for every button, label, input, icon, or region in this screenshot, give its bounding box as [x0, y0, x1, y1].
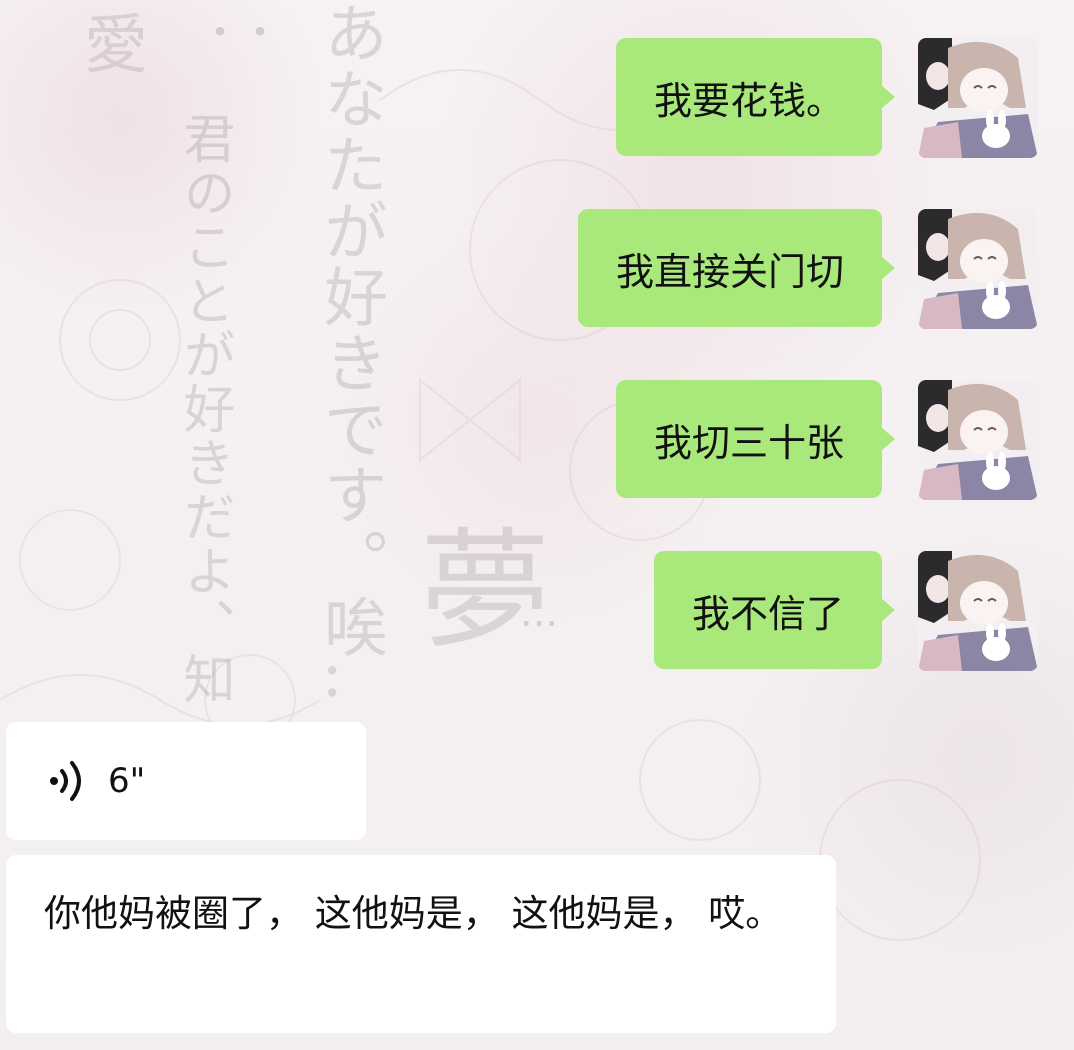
message-row-outgoing: 我不信了: [653, 551, 1038, 671]
outgoing-message-bubble[interactable]: 我切三十张: [615, 380, 896, 498]
bg-vertical-text-1: あなたが好きです。唉..: [313, 0, 387, 705]
avatar[interactable]: [918, 209, 1038, 329]
voice-transcription-bubble[interactable]: 你他妈被圈了， 这他妈是， 这他妈是， 哎。: [6, 855, 836, 1033]
outgoing-message-bubble[interactable]: 我直接关门切: [577, 209, 896, 327]
bg-yume-dots: ...: [520, 590, 559, 636]
avatar[interactable]: [918, 38, 1038, 158]
bg-kanji-yume: 夢: [420, 515, 551, 667]
avatar-illustration-icon: [918, 209, 1038, 329]
message-row-outgoing: 我直接关门切: [577, 209, 1038, 329]
message-row-outgoing: 我要花钱。: [615, 38, 1038, 158]
voice-wave-icon: [50, 761, 81, 801]
avatar-illustration-icon: [918, 380, 1038, 500]
bg-kanji-ai: 愛: [84, 9, 148, 83]
avatar-illustration-icon: [918, 38, 1038, 158]
avatar[interactable]: [918, 551, 1038, 671]
transcription-text: 你他妈被圈了， 这他妈是， 这他妈是， 哎。: [44, 892, 783, 935]
voice-duration: 6": [108, 761, 146, 801]
outgoing-message-bubble[interactable]: 我要花钱。: [615, 38, 896, 156]
outgoing-message-bubble[interactable]: 我不信了: [653, 551, 896, 669]
avatar-illustration-icon: [918, 551, 1038, 671]
voice-message-bubble[interactable]: 6": [6, 722, 366, 840]
bg-ai-dots: ・・: [200, 10, 280, 56]
message-row-outgoing: 我切三十张: [615, 380, 1038, 500]
avatar[interactable]: [918, 380, 1038, 500]
bg-vertical-text-2: 君のことが好きだよ、知: [174, 112, 234, 706]
